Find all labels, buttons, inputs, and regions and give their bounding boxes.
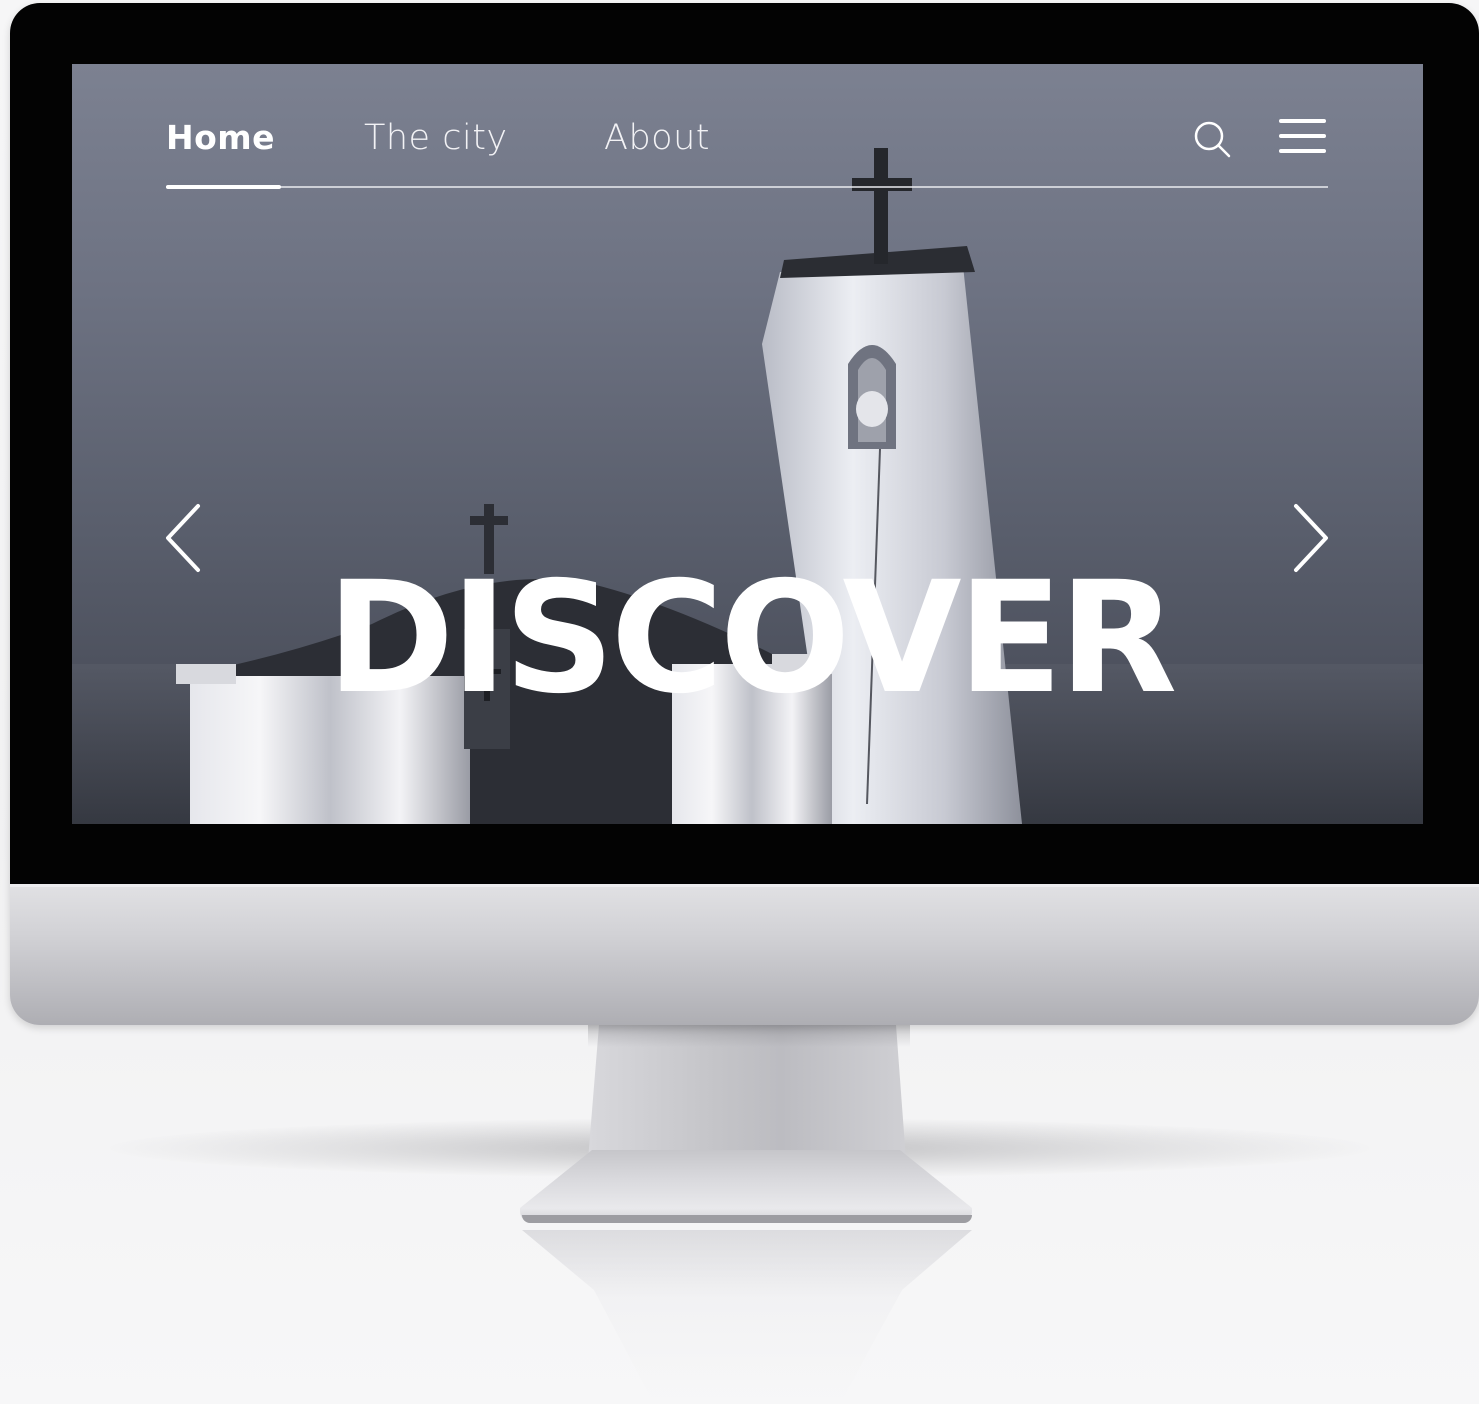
nav-link-home[interactable]: Home <box>166 118 275 157</box>
monitor-stand-base <box>520 1150 972 1223</box>
nav-divider-line <box>166 186 1328 188</box>
nav-link-the-city[interactable]: The city <box>364 118 508 158</box>
top-navigation: Home The city About <box>166 104 1328 190</box>
chevron-right-icon[interactable] <box>1286 498 1336 578</box>
chevron-left-icon[interactable] <box>158 498 208 578</box>
desktop-mockup-stage: Home The city About DISCOVER <box>0 0 1479 1404</box>
nav-link-about[interactable]: About <box>604 118 710 158</box>
nav-active-indicator <box>166 185 281 189</box>
hero-title: DISCOVER <box>326 549 1178 729</box>
hamburger-menu-icon[interactable] <box>1279 118 1327 156</box>
stand-reflection <box>522 1230 972 1400</box>
monitor-stand-edge <box>522 1215 972 1223</box>
website-screen: Home The city About DISCOVER <box>72 64 1423 824</box>
monitor-chin <box>10 884 1479 1025</box>
monitor-stand-shadow <box>588 1025 910 1047</box>
search-icon[interactable] <box>1193 120 1233 160</box>
